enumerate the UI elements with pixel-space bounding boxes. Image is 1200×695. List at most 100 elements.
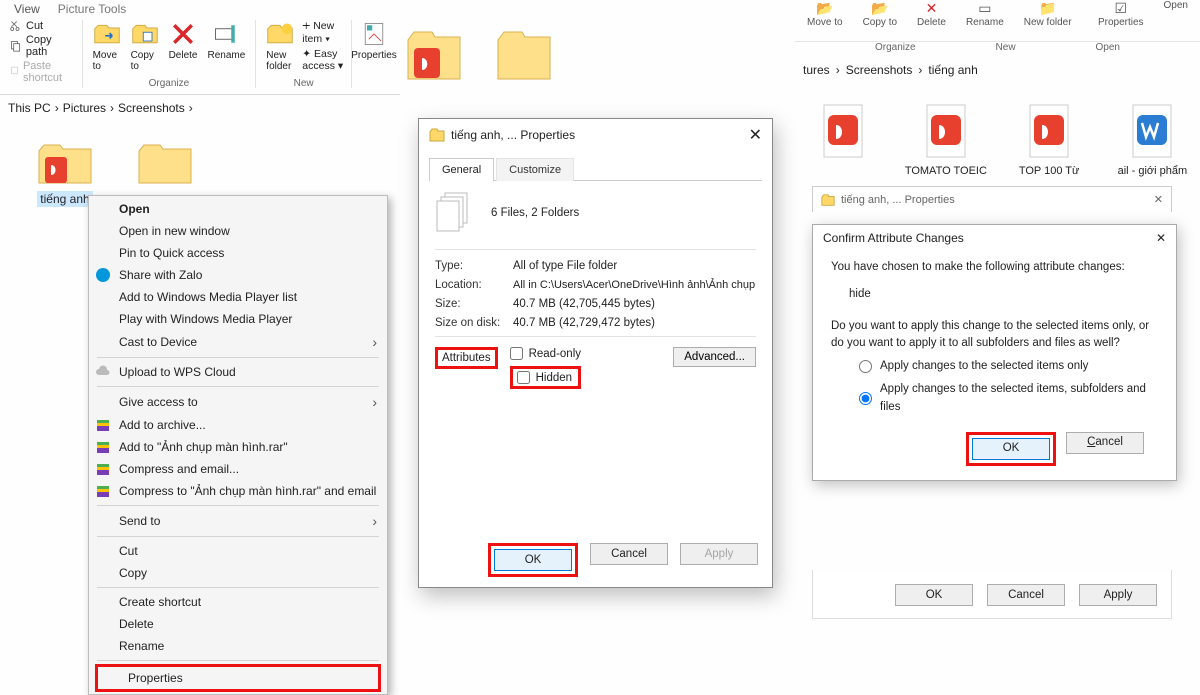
cm-create-shortcut[interactable]: Create shortcut [89,591,387,613]
paste-shortcut-button[interactable]: Paste shortcut [10,60,76,84]
delete-button[interactable]: ✕Delete [911,0,952,41]
winrar-icon [95,417,111,433]
radio-subfolders[interactable]: Apply changes to the selected items, sub… [859,381,1158,416]
new-folder-button[interactable]: 📁New folder [1018,0,1078,41]
file-item[interactable]: TOP 100 Từ [1008,101,1091,178]
cm-open-new-window[interactable]: Open in new window [89,220,387,242]
ok-button[interactable]: OK [895,584,973,606]
breadcrumb-segment[interactable]: This PC [8,101,51,115]
properties-tabs: General Customize [429,157,762,181]
copy-path-icon [10,40,22,52]
file-item[interactable]: ail - giới phẩm [1111,101,1194,178]
file-pane-right[interactable]: TOMATO TOEIC TOP 100 Từ ail - giới phẩm [795,83,1200,184]
label-location: Location: [435,279,513,291]
value-type: All of type File folder [513,260,756,272]
cm-play-wmp[interactable]: Play with Windows Media Player [89,308,387,330]
tab-general[interactable]: General [429,158,494,181]
winrar-icon [95,461,111,477]
rename-button[interactable]: Rename [203,20,249,72]
new-item-button[interactable]: 🞣 New item ▾ [302,20,345,46]
properties-icon [360,20,388,48]
cut-button[interactable]: Cut [10,20,76,32]
pdf-app-icon [921,101,971,161]
close-button[interactable]: ✕ [1154,193,1163,206]
breadcrumb-segment[interactable]: tiếng anh [928,63,977,77]
cm-rename[interactable]: Rename [89,635,387,657]
new-folder-button[interactable]: New folder [262,20,298,72]
ok-button[interactable]: OK [972,438,1050,460]
breadcrumb[interactable]: tures› Screenshots› tiếng anh [795,57,1200,83]
hidden-checkbox[interactable]: Hidden [517,371,574,384]
properties-dialog-titlebar: tiếng anh, ... Properties ✕ [812,186,1172,212]
breadcrumb[interactable]: This PC› Pictures› Screenshots› [0,95,400,121]
ribbon-group-label: New [996,42,1016,53]
breadcrumb-segment[interactable]: Screenshots [846,63,913,77]
tab-view[interactable]: View [14,2,40,16]
cm-delete[interactable]: Delete [89,613,387,635]
cm-compress-rar-email[interactable]: Compress to "Ảnh chụp màn hình.rar" and … [89,480,387,502]
cancel-button[interactable]: Cancel [590,543,668,565]
close-button[interactable]: ✕ [749,125,762,145]
readonly-checkbox[interactable]: Read-only [510,347,581,360]
properties-button[interactable]: ☑Properties [1092,0,1150,41]
folder-icon[interactable] [494,26,554,86]
pdf-folder-icon[interactable] [404,26,464,86]
file-label: ail - giới phẩm [1118,165,1188,178]
cm-copy[interactable]: Copy [89,562,387,584]
properties-dialog-buttons: OK Cancel Apply [812,570,1172,619]
delete-button[interactable]: Delete [165,20,202,72]
copy-path-button[interactable]: Copy path [10,34,76,58]
ok-button[interactable]: OK [494,549,572,571]
file-item[interactable]: TOMATO TOEIC [904,101,987,178]
breadcrumb-segment[interactable]: tures [803,63,830,77]
properties-ribbon-button[interactable]: Properties [347,20,401,61]
apply-button[interactable]: Apply [1079,584,1157,606]
cm-upload-wps[interactable]: Upload to WPS Cloud [89,361,387,383]
close-button[interactable]: ✕ [1156,231,1166,245]
folder-icon [137,141,193,187]
copy-to-button[interactable]: Copy to [127,20,163,72]
delete-icon: ✕ [926,0,938,17]
tab-customize[interactable]: Customize [496,158,574,181]
ribbon-group-label: Organize [875,42,916,53]
cm-pin-quick-access[interactable]: Pin to Quick access [89,242,387,264]
advanced-button[interactable]: Advanced... [673,347,756,367]
cancel-button[interactable]: Cancel [1066,432,1144,454]
cm-cut[interactable]: Cut [89,540,387,562]
cm-compress-email[interactable]: Compress and email... [89,458,387,480]
cm-send-to[interactable]: Send to [89,509,387,533]
dialog-titlebar: Confirm Attribute Changes ✕ [813,225,1176,251]
move-to-icon [93,20,121,48]
file-item[interactable] [801,101,884,178]
cm-add-wmp-list[interactable]: Add to Windows Media Player list [89,286,387,308]
new-folder-icon [266,20,294,48]
cm-add-archive[interactable]: Add to archive... [89,414,387,436]
attributes-label: Attributes [435,347,498,369]
copy-to-button[interactable]: 📂Copy to [857,0,903,41]
cm-share-zalo[interactable]: Share with Zalo [89,264,387,286]
dialog-titlebar: tiếng anh, ... Properties ✕ [419,119,772,151]
cm-properties[interactable]: Properties [95,664,381,692]
file-pane-middle [400,0,795,92]
value-size-on-disk: 40.7 MB (42,729,472 bytes) [513,317,756,329]
properties-dialog: tiếng anh, ... Properties ✕ General Cust… [418,118,773,588]
apply-button[interactable]: Apply [680,543,758,565]
rename-icon: ▭ [978,0,991,17]
move-to-button[interactable]: 📂Move to [801,0,849,41]
rename-button[interactable]: ▭Rename [960,0,1010,41]
radio-selected-only[interactable]: Apply changes to the selected items only [859,358,1158,375]
easy-access-button[interactable]: ✦ Easy access ▾ [302,48,345,72]
properties-body: 6 Files, 2 Folders Type:All of type File… [419,181,772,389]
confirm-question-text: Do you want to apply this change to the … [831,318,1158,353]
cm-add-rar[interactable]: Add to "Ảnh chụp màn hình.rar" [89,436,387,458]
breadcrumb-segment[interactable]: Screenshots [118,101,185,115]
cm-give-access[interactable]: Give access to [89,390,387,414]
move-to-button[interactable]: Move to [89,20,125,72]
cm-open[interactable]: Open [89,198,387,220]
cm-cast-to-device[interactable]: Cast to Device [89,330,387,354]
cancel-button[interactable]: Cancel [987,584,1065,606]
label-type: Type: [435,260,513,272]
tab-picture-tools[interactable]: Picture Tools [58,2,126,16]
breadcrumb-segment[interactable]: Pictures [63,101,106,115]
rename-icon [212,20,240,48]
